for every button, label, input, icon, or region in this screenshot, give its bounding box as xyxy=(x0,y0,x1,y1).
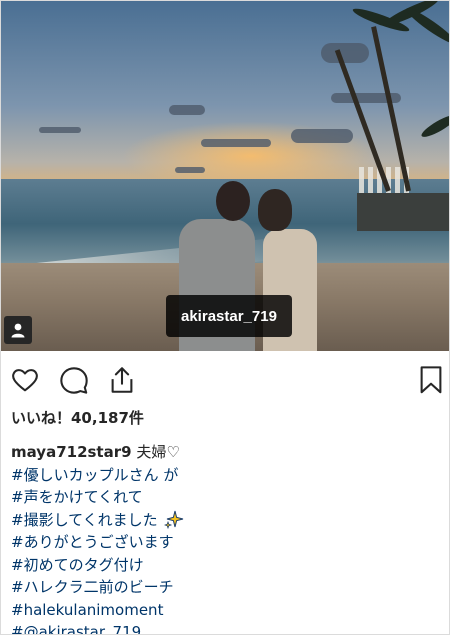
sparkles-emoji-icon xyxy=(164,510,184,530)
hashtag[interactable]: #撮影してくれました xyxy=(11,511,158,529)
instagram-post: akirastar_719 いいね！40,187件 maya712star9 夫… xyxy=(0,0,450,635)
cloud xyxy=(291,129,353,143)
woman-head xyxy=(258,189,292,231)
hashtag[interactable]: #声をかけてくれて xyxy=(11,486,431,509)
bookmark-icon[interactable] xyxy=(418,365,444,395)
hashtag[interactable]: #初めてのタグ付け xyxy=(11,554,431,577)
post-photo[interactable]: akirastar_719 xyxy=(1,1,449,351)
cloud xyxy=(169,105,205,115)
tagged-users-button[interactable] xyxy=(4,316,32,344)
cloud xyxy=(321,43,369,63)
likes-count[interactable]: いいね！40,187件 xyxy=(11,407,144,428)
caption-username[interactable]: maya712star9 xyxy=(11,443,132,461)
hashtag[interactable]: #優しいカップルさん が xyxy=(11,464,431,487)
cloud xyxy=(175,167,205,173)
cloud xyxy=(39,127,81,133)
palm-leaves xyxy=(419,111,449,141)
pier xyxy=(357,193,449,231)
heart-icon[interactable] xyxy=(10,365,40,395)
palm-leaves xyxy=(403,4,449,48)
hashtag-row-with-emoji: #撮影してくれました xyxy=(11,509,431,532)
comment-icon[interactable] xyxy=(59,365,89,395)
man-head xyxy=(216,181,250,221)
hashtag[interactable]: #ありがとうございます xyxy=(11,531,431,554)
tagged-username: akirastar_719 xyxy=(181,307,277,325)
caption-text: 夫婦♡ xyxy=(136,443,180,461)
caption-first-line: maya712star9 夫婦♡ xyxy=(11,441,431,464)
mention-tag[interactable]: #@akirastar_719 xyxy=(11,621,431,634)
user-tag-bubble[interactable]: akirastar_719 xyxy=(166,295,292,337)
cloud xyxy=(201,139,271,147)
share-icon[interactable] xyxy=(107,365,137,395)
hashtag[interactable]: #halekulanimoment xyxy=(11,599,431,622)
caption: maya712star9 夫婦♡ #優しいカップルさん が #声をかけてくれて … xyxy=(11,441,431,634)
action-bar xyxy=(1,351,449,409)
hashtag[interactable]: #ハレクラ二前のビーチ xyxy=(11,576,431,599)
user-icon xyxy=(11,323,25,338)
